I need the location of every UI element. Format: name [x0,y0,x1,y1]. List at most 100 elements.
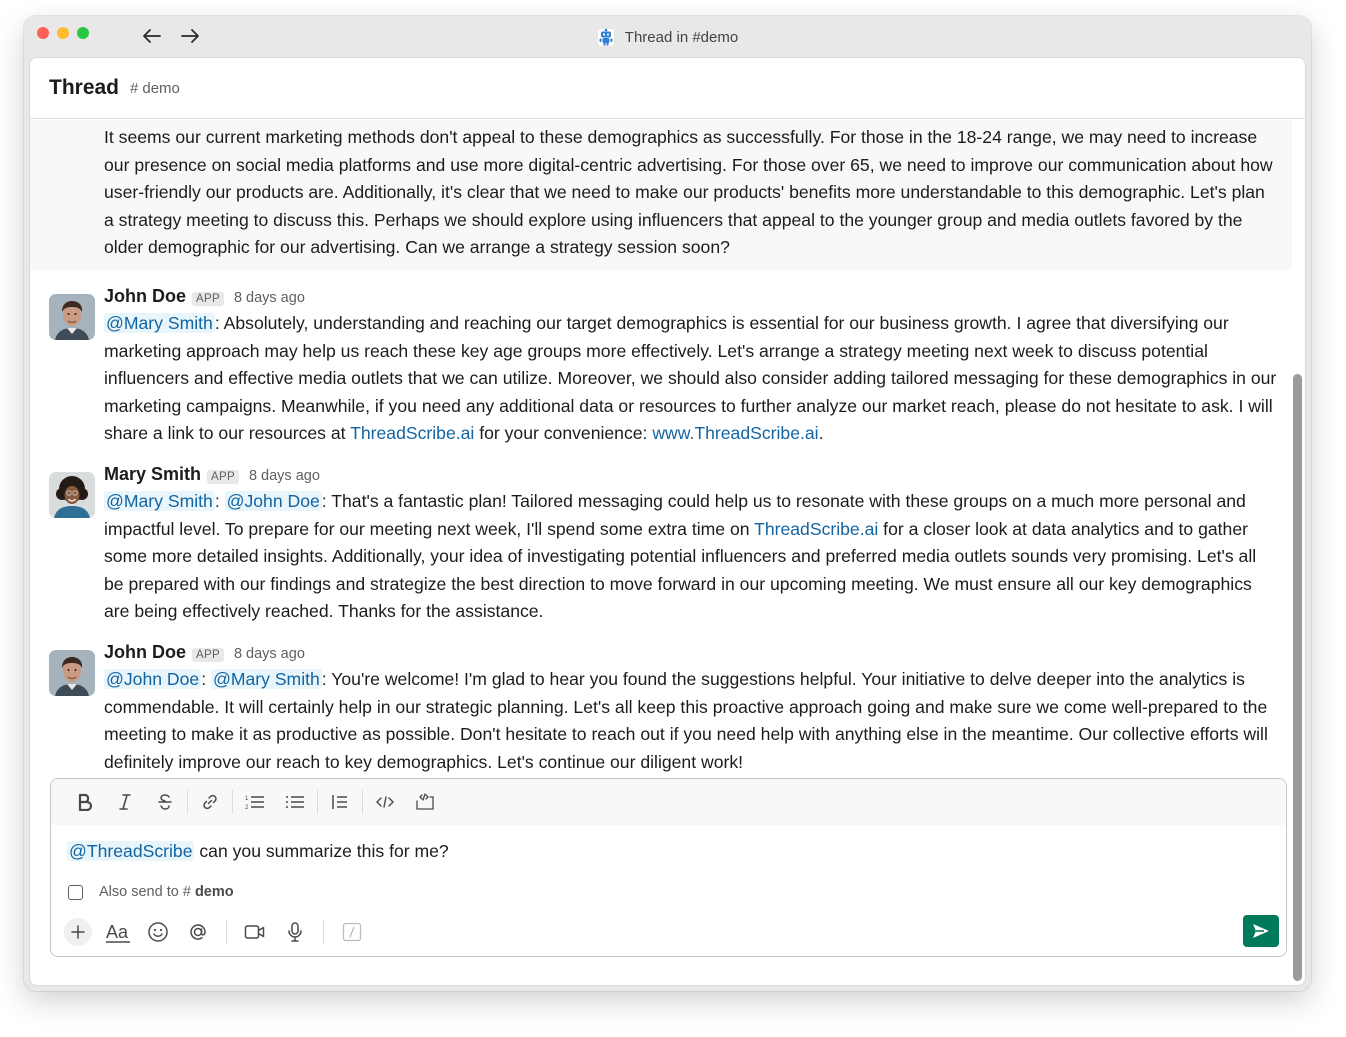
message-text: It seems our current marketing methods d… [104,127,1273,258]
toolbar-divider [232,790,233,814]
mention-john-doe[interactable]: @John Doe [104,668,202,689]
code-button[interactable] [365,787,405,817]
send-button[interactable] [1243,915,1279,947]
plus-icon [71,925,85,939]
strikethrough-button[interactable] [145,787,185,817]
message-timestamp[interactable]: 8 days ago [249,468,320,484]
message-list: It seems our current marketing methods d… [30,120,1292,780]
sender-name[interactable]: John Doe [104,286,186,307]
bold-icon [78,793,93,811]
thread-title: Thread [49,76,120,99]
channel-hash-icon: # [130,79,139,97]
message-input[interactable]: @ThreadScribe can you summarize this for… [51,825,1286,877]
app-badge: APP [192,291,224,306]
also-send-channel: demo [194,884,234,900]
app-badge: APP [207,469,239,484]
thread-channel-link[interactable]: # demo [130,80,180,97]
ordered-list-icon: 12 [245,796,264,811]
avatar-john-doe[interactable] [49,293,95,340]
italic-icon [119,794,131,810]
mention-mary-smith[interactable]: @Mary Smith [210,668,322,689]
text-format-icon: Aa [106,922,130,943]
thread-panel: Thread # demo It seems our current market… [29,57,1306,986]
blockquote-icon [332,795,347,809]
link-button[interactable] [190,787,230,817]
message-item: John Doe APP 8 days ago @Mary Smith: Abs… [30,284,1292,448]
avatar-mary-smith[interactable] [49,471,95,518]
threadscribe-link[interactable]: ThreadScribe.ai [754,519,878,539]
robot-app-icon [597,28,614,46]
channel-hash-icon: # [182,884,191,900]
toolbar-divider [317,790,318,814]
window-title-text: Thread in #demo [624,28,739,46]
mention-button[interactable] [178,917,218,947]
message-composer: 12 @ThreadScribe can you summarize this … [50,778,1287,957]
emoji-button[interactable] [138,917,178,947]
toolbar-divider [323,920,324,944]
bulleted-list-button[interactable] [275,787,315,817]
message-text-part: . [818,423,824,444]
blockquote-button[interactable] [320,787,360,817]
person-avatar-icon [49,649,95,696]
strikethrough-icon [158,794,172,810]
also-send-checkbox[interactable] [68,884,83,900]
threadscribe-www-link[interactable]: www.ThreadScribe.ai [652,423,818,443]
message-text: @John Doe: @Mary Smith: You're welcome! … [104,666,1278,776]
send-icon [1253,924,1269,938]
also-send-label: Also send to # demo [99,884,234,900]
message-header: Mary Smith APP 8 days ago [104,462,1278,488]
mention-mary-smith[interactable]: @Mary Smith [104,312,215,333]
message-item: Mary Smith APP 8 days ago @Mary Smith: @… [30,462,1292,626]
person-avatar-icon [49,293,95,340]
mention-mary-smith[interactable]: @Mary Smith [104,490,215,511]
message-text: @Mary Smith: Absolutely, understanding a… [104,310,1278,448]
app-badge: APP [192,647,224,662]
message-text: @Mary Smith: @John Doe: That's a fantast… [104,488,1278,626]
code-icon [376,796,394,808]
message-timestamp[interactable]: 8 days ago [234,290,305,306]
thread-header: Thread # demo [30,58,1305,119]
sender-name[interactable]: John Doe [104,642,186,663]
video-camera-icon [244,925,265,939]
shortcuts-button[interactable] [332,917,372,947]
scrollbar-thumb[interactable] [1293,374,1302,981]
message-input-text: can you summarize this for me? [194,841,449,861]
toolbar-divider [226,920,227,944]
avatar-john-doe[interactable] [49,649,95,696]
person-avatar-icon [49,471,95,518]
bulleted-list-icon [286,796,304,808]
ordered-list-button[interactable]: 12 [235,787,275,817]
video-clip-button[interactable] [235,917,275,947]
window-title: Thread in #demo [24,27,1311,47]
italic-button[interactable] [105,787,145,817]
sender-name[interactable]: Mary Smith [104,464,201,485]
message-text-part: : [201,668,211,689]
code-block-icon [416,793,434,810]
at-sign-icon [190,924,206,940]
also-send-text: Also send to [99,884,179,900]
message-timestamp[interactable]: 8 days ago [234,646,305,662]
svg-text:2: 2 [245,805,249,811]
message-text-part: for your convenience: [474,423,653,444]
mention-john-doe[interactable]: @John Doe [224,490,322,511]
toolbar-divider [362,790,363,814]
microphone-icon [288,922,302,942]
bold-button[interactable] [65,787,105,817]
svg-text:1: 1 [245,796,249,802]
channel-name: demo [142,79,180,97]
toolbar-divider [187,790,188,814]
app-window: Thread in #demo Thread # demo It seems ou… [24,16,1311,991]
svg-text:Aa: Aa [106,922,129,942]
attach-button[interactable] [64,918,92,946]
audio-clip-button[interactable] [275,917,315,947]
link-icon [203,794,217,810]
mention-threadscribe[interactable]: @ThreadScribe [67,841,195,861]
formatting-toggle-button[interactable]: Aa [98,917,138,947]
formatting-toolbar: 12 [51,779,1286,825]
message-item: John Doe APP 8 days ago @John Doe: @Mary… [30,640,1292,776]
message-text-part: : [214,490,225,511]
message-item: It seems our current marketing methods d… [30,120,1292,270]
composer-actions: Aa [51,915,1286,949]
code-block-button[interactable] [405,787,445,817]
threadscribe-link[interactable]: ThreadScribe.ai [350,423,474,443]
